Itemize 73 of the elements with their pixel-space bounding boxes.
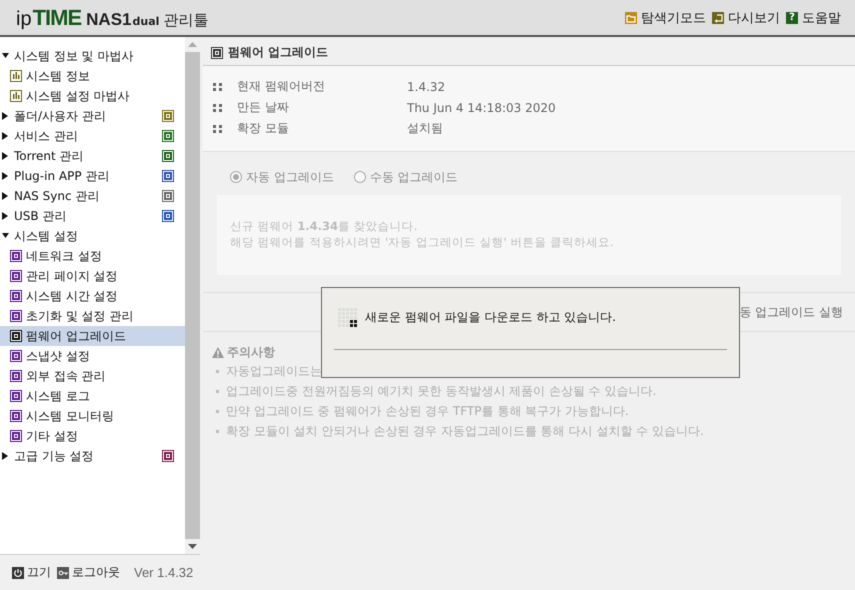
expand-icon [2, 152, 9, 160]
expand-icon [2, 112, 9, 120]
tree-item[interactable]: 시스템 로그 [0, 386, 185, 406]
spinner-icon [338, 308, 357, 327]
expand-icon [2, 172, 9, 180]
tree-item[interactable]: NAS Sync 관리 [0, 186, 185, 206]
scroll-up-icon [188, 42, 197, 47]
collapse-icon [2, 52, 9, 60]
notice-text: 자동업그레이드는 [226, 362, 322, 380]
tree-item[interactable]: 폴더/사용자 관리 [0, 106, 185, 126]
tree-item[interactable]: 시스템 정보 및 마법사 [0, 46, 185, 66]
tree-item[interactable]: 시스템 모니터링 [0, 406, 185, 426]
version-label: Ver 1.4.32 [134, 565, 194, 580]
logo-text: TIME [32, 4, 82, 30]
info-label: 만든 날짜 [237, 99, 290, 116]
tree-item[interactable]: 고급 기능 설정 [0, 446, 185, 466]
key-icon [57, 566, 69, 578]
tree-item[interactable]: 시스템 설정 [0, 226, 185, 246]
dialog-message: 새로운 펌웨어 파일을 다운로드 하고 있습니다. [365, 309, 616, 326]
expand-icon [2, 452, 9, 460]
header-link[interactable]: 탐색기모드 [625, 8, 706, 26]
logout-button[interactable]: 로그아웃 [57, 564, 120, 581]
tree-item[interactable]: 관리 페이지 설정 [0, 266, 185, 286]
notice-text: 업그레이드중 전원꺼짐등의 예기치 못한 동작발생시 제품이 손상될 수 있습니다. [226, 382, 656, 400]
info-value: 1.4.32 [407, 80, 446, 94]
tree-item[interactable]: 스냅샷 설정 [0, 346, 185, 366]
expand-icon [2, 132, 9, 140]
notice-text: 확장 모듈이 설치 안되거나 손상된 경우 자동업그레이드를 통해 다시 설치할 수 있습니다. [226, 422, 704, 440]
info-label: 현재 펌웨어버전 [237, 78, 326, 95]
expand-icon [2, 212, 9, 220]
tree-item[interactable]: USB 관리 [0, 206, 185, 226]
tree-item[interactable]: 네트워크 설정 [0, 246, 185, 266]
bullet-icon [216, 410, 219, 412]
tree-item[interactable]: Plug-in APP 관리 [0, 166, 185, 186]
tree-item[interactable]: 펌웨어 업그레이드 [0, 326, 185, 346]
info-value: Thu Jun 4 14:18:03 2020 [407, 100, 556, 114]
app-title: 관리툴 [163, 10, 208, 30]
model-name: NAS1 [86, 10, 132, 30]
tree-item[interactable]: 서비스 관리 [0, 126, 185, 146]
expand-icon [2, 192, 9, 200]
bullet-icon [213, 124, 223, 132]
header-link[interactable]: 다시보기 [712, 8, 780, 26]
bullet-icon [213, 82, 223, 90]
tree-item[interactable]: 기타 설정 [0, 426, 185, 446]
chart-icon [10, 90, 22, 102]
message-text: 신규 펌웨어 1.4.34를 찾았습니다. [230, 218, 418, 234]
header-link[interactable]: ? 도움말 [786, 8, 841, 26]
bullet-icon [216, 390, 219, 392]
notice-text: 만약 업그레이드 중 펌웨어가 손상된 경우 TFTP를 통해 복구가 가능합니다. [226, 402, 629, 420]
bullet-icon [216, 430, 219, 432]
run-upgrade-button[interactable]: 동 업그레이드 실행 [739, 304, 843, 320]
help-icon: ? [786, 12, 798, 24]
info-value: 설치됨 [407, 120, 443, 137]
message-text: 해당 펌웨어를 적용하시려면 '자동 업그레이드 실행' 버튼을 클릭하세요. [230, 234, 615, 250]
notice-title: 주의사항 [227, 344, 275, 360]
chart-icon [10, 70, 22, 82]
scrollbar[interactable] [185, 37, 200, 554]
scroll-down-icon [188, 544, 197, 549]
info-label: 확장 모듈 [237, 120, 290, 137]
logo-text: ip [16, 8, 32, 30]
tree-item[interactable]: 시스템 설정 마법사 [0, 86, 185, 106]
tree-item[interactable]: 초기화 및 설정 관리 [0, 306, 185, 326]
edition-label: dual [132, 14, 160, 28]
collapse-icon [2, 232, 9, 240]
bullet-icon [213, 104, 223, 112]
tree-item[interactable]: Torrent 관리 [0, 146, 185, 166]
tree-item[interactable]: 시스템 정보 [0, 66, 185, 86]
warning-icon [212, 346, 224, 358]
tree-item[interactable]: 외부 접속 관리 [0, 366, 185, 386]
bullet-icon [216, 370, 219, 372]
power-icon [12, 566, 24, 578]
power-button[interactable]: 끄기 [12, 564, 51, 581]
tree-item[interactable]: 시스템 시간 설정 [0, 286, 185, 306]
